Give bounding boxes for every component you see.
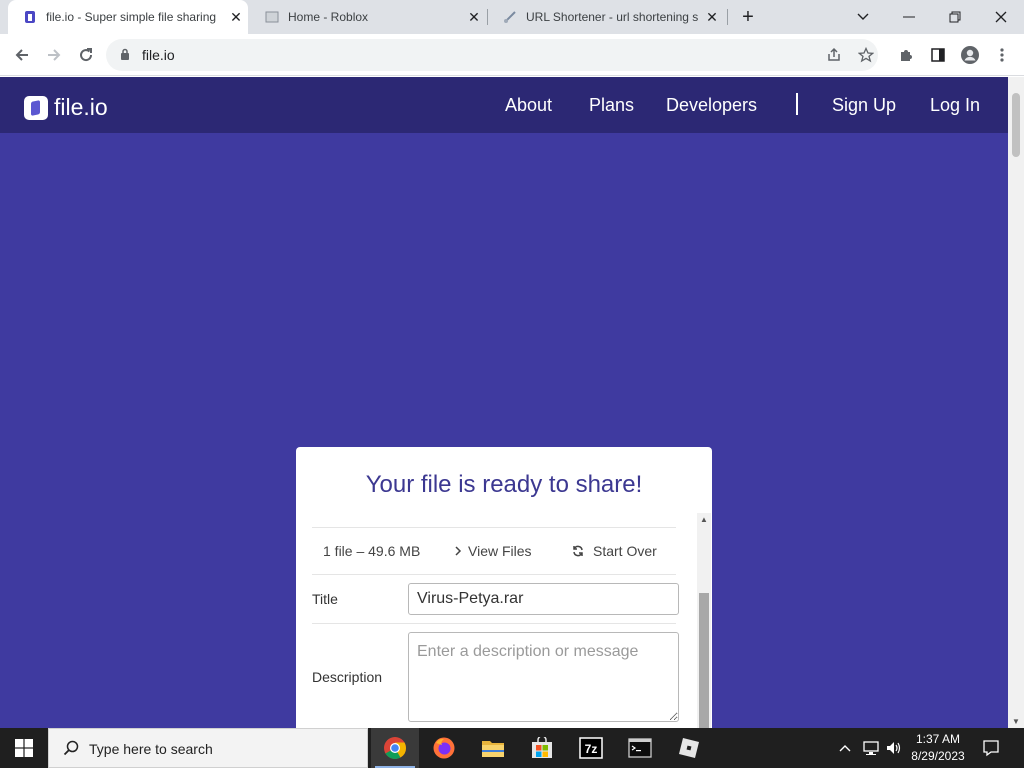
roblox-favicon-icon xyxy=(264,9,280,25)
page-scrollbar-thumb[interactable] xyxy=(1012,93,1020,157)
description-textarea[interactable] xyxy=(408,632,679,722)
tab-url-shortener[interactable]: URL Shortener - url shortening s ✕ xyxy=(488,0,724,34)
webpage-viewport: file.io About Plans Developers Sign Up L… xyxy=(0,77,1008,728)
show-hidden-icons-icon[interactable] xyxy=(838,728,852,768)
back-arrow-icon[interactable] xyxy=(10,43,34,67)
side-panel-icon[interactable] xyxy=(926,43,950,67)
close-tab-icon[interactable]: ✕ xyxy=(700,9,724,26)
divider xyxy=(312,623,676,624)
tab-title: URL Shortener - url shortening s xyxy=(526,10,699,24)
notifications-icon[interactable] xyxy=(982,728,1000,768)
view-files-label: View Files xyxy=(468,543,532,559)
restore-button[interactable] xyxy=(932,0,978,34)
windows-taskbar: Type here to search 7z 1:37 AM 8/29/2023 xyxy=(0,728,1024,768)
svg-text:7z: 7z xyxy=(585,742,598,756)
view-files-button[interactable]: View Files xyxy=(454,543,532,559)
browser-menu-icon[interactable] xyxy=(990,43,1014,67)
minimize-button[interactable] xyxy=(886,0,932,34)
close-tab-icon[interactable]: ✕ xyxy=(224,9,248,26)
firefox-taskbar-icon[interactable] xyxy=(420,728,468,768)
close-window-button[interactable] xyxy=(978,0,1024,34)
file-explorer-taskbar-icon[interactable] xyxy=(469,728,517,768)
clock-date: 8/29/2023 xyxy=(911,749,965,763)
card-heading: Your file is ready to share! xyxy=(365,471,643,498)
nav-about-link[interactable]: About xyxy=(505,95,552,116)
new-tab-button[interactable]: + xyxy=(736,5,760,29)
tab-search-icon[interactable] xyxy=(840,0,886,34)
description-label: Description xyxy=(312,669,383,685)
browser-toolbar: file.io xyxy=(0,34,1024,76)
start-over-button[interactable]: Start Over xyxy=(572,543,657,559)
clock-time: 1:37 AM xyxy=(915,732,961,746)
share-icon[interactable] xyxy=(822,43,846,67)
page-scrollbar[interactable]: ▼ xyxy=(1008,77,1024,728)
url-text: file.io xyxy=(142,47,175,63)
forward-arrow-icon[interactable] xyxy=(42,43,66,67)
terminal-taskbar-icon[interactable] xyxy=(616,728,664,768)
share-card: Your file is ready to share! 1 file – 49… xyxy=(296,447,712,728)
profile-avatar-icon[interactable] xyxy=(958,43,982,67)
fileio-favicon-icon xyxy=(22,9,38,25)
title-label: Title xyxy=(312,591,338,607)
tab-title: file.io - Super simple file sharing xyxy=(46,10,217,24)
lock-icon[interactable] xyxy=(120,48,130,66)
scroll-up-arrow-icon[interactable]: ▲ xyxy=(700,515,708,524)
volume-icon[interactable] xyxy=(885,728,903,768)
windows-start-icon[interactable] xyxy=(0,728,48,768)
chrome-taskbar-icon[interactable] xyxy=(371,728,419,768)
url-shortener-favicon-icon xyxy=(502,9,518,25)
nav-plans-link[interactable]: Plans xyxy=(589,95,634,116)
close-tab-icon[interactable]: ✕ xyxy=(462,9,486,26)
chevron-right-icon xyxy=(455,546,462,556)
search-icon xyxy=(63,740,79,756)
site-navbar: file.io About Plans Developers Sign Up L… xyxy=(0,77,1008,133)
tab-fileio[interactable]: file.io - Super simple file sharing ✕ xyxy=(8,0,248,34)
brand-name: file.io xyxy=(54,94,108,120)
nav-login-link[interactable]: Log In xyxy=(930,95,980,116)
tab-roblox[interactable]: Home - Roblox ✕ xyxy=(250,0,486,34)
search-placeholder: Type here to search xyxy=(89,741,213,757)
card-scrollbar-thumb[interactable] xyxy=(699,593,709,728)
fileio-logo-icon xyxy=(24,95,48,120)
tab-separator xyxy=(727,9,728,25)
taskbar-search-box[interactable]: Type here to search xyxy=(48,728,368,768)
divider xyxy=(312,527,676,528)
scroll-down-arrow-icon[interactable]: ▼ xyxy=(1012,717,1020,726)
start-over-label: Start Over xyxy=(593,543,657,559)
file-summary: 1 file – 49.6 MB xyxy=(323,543,421,559)
reload-icon[interactable] xyxy=(74,43,98,67)
microsoft-store-taskbar-icon[interactable] xyxy=(518,728,566,768)
card-scrollbar[interactable]: ▲ xyxy=(697,513,711,728)
nav-divider xyxy=(796,93,798,115)
extensions-puzzle-icon[interactable] xyxy=(894,43,918,67)
address-bar[interactable]: file.io xyxy=(106,39,878,71)
7zip-taskbar-icon[interactable]: 7z xyxy=(567,728,615,768)
refresh-icon xyxy=(573,545,583,557)
roblox-taskbar-icon[interactable] xyxy=(665,728,713,768)
fileio-brand[interactable]: file.io xyxy=(24,94,108,121)
divider xyxy=(312,574,676,575)
bookmark-star-icon[interactable] xyxy=(854,43,878,67)
title-input[interactable] xyxy=(408,583,679,615)
network-icon[interactable] xyxy=(862,728,880,768)
tab-title: Home - Roblox xyxy=(288,10,369,24)
nav-developers-link[interactable]: Developers xyxy=(666,95,757,116)
taskbar-clock[interactable]: 1:37 AM 8/29/2023 xyxy=(906,731,970,765)
nav-signup-link[interactable]: Sign Up xyxy=(832,95,896,116)
browser-tab-strip: file.io - Super simple file sharing ✕ Ho… xyxy=(0,0,1024,34)
